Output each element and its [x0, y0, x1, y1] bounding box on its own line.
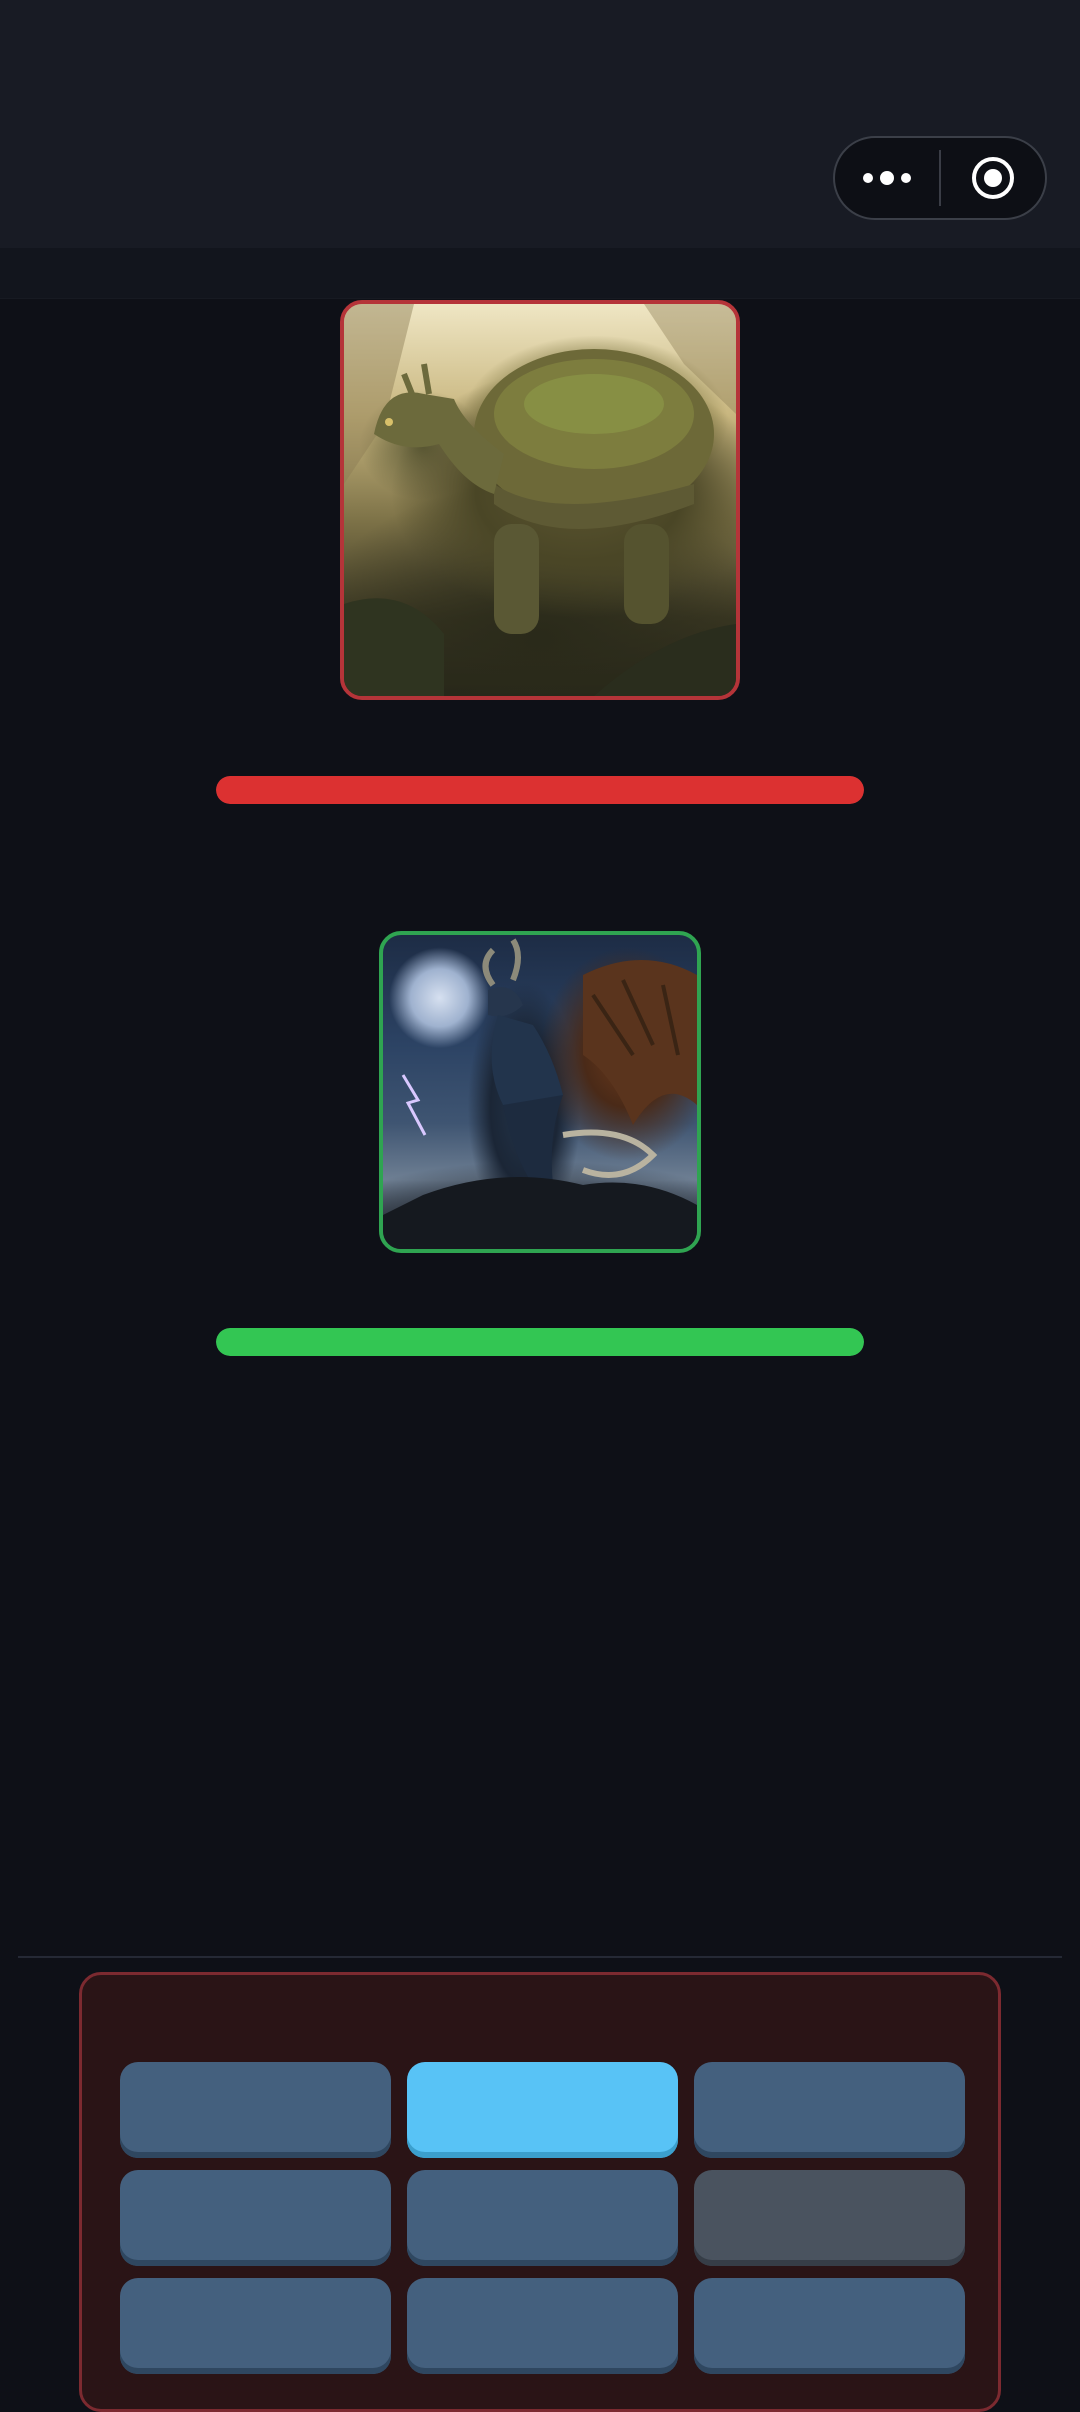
action-tile-8[interactable] [407, 2278, 678, 2374]
action-tile-3[interactable] [694, 2062, 965, 2158]
storm-dragon-portrait [383, 938, 697, 1249]
action-tile-4[interactable] [120, 2170, 391, 2266]
action-tile-1[interactable] [120, 2062, 391, 2158]
action-grid [120, 2062, 965, 2374]
enemy-health-fill [216, 776, 864, 804]
panel-divider [18, 1956, 1062, 1958]
enemy-portrait [340, 300, 740, 700]
mini-program-capsule [833, 136, 1047, 220]
action-tile-2[interactable] [407, 2062, 678, 2158]
record-target-icon [972, 157, 1014, 199]
action-tile-9[interactable] [694, 2278, 965, 2374]
ancient-turtle-portrait [344, 304, 736, 696]
more-button[interactable] [835, 138, 939, 218]
player-health-fill [216, 1328, 864, 1356]
player-portrait [379, 931, 701, 1253]
action-tile-5[interactable] [407, 2170, 678, 2266]
action-tile-6[interactable] [694, 2170, 965, 2266]
enemy-health-bar [216, 776, 864, 804]
player-health-bar [216, 1328, 864, 1356]
close-button[interactable] [941, 138, 1045, 218]
action-tile-7[interactable] [120, 2278, 391, 2374]
sub-header-strip [0, 248, 1080, 299]
action-panel [79, 1972, 1001, 2412]
more-dots-icon [863, 171, 911, 185]
